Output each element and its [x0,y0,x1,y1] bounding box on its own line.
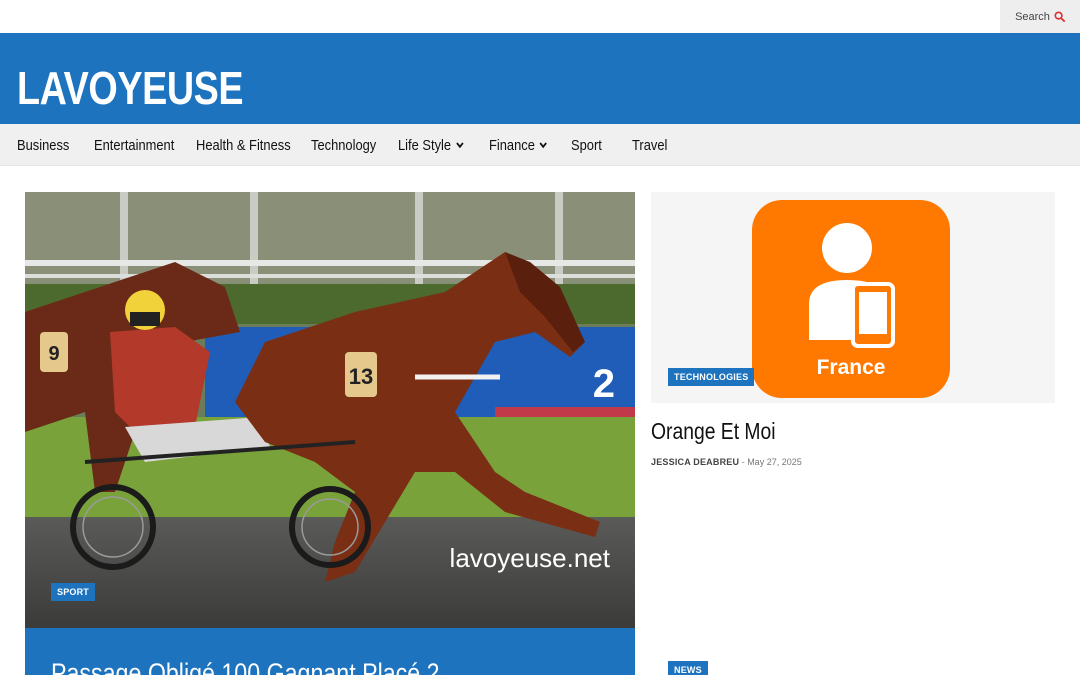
image-caption-france: France [817,356,886,379]
nav-item-entertainment[interactable]: Entertainment [94,124,174,166]
main-nav: Business Entertainment Health & Fitness … [0,124,1080,166]
featured-article-image[interactable]: 2 9 13 lavoyeuse.net [25,192,635,628]
nav-item-label: Business [17,136,70,154]
nav-item-label: Technology [311,136,377,154]
category-badge-technologies[interactable]: TECHNOLOGIES [668,368,755,386]
featured-article-title[interactable]: Passage Obligé 100 Gagnant Placé 2 [51,658,440,675]
nav-item-sport[interactable]: Sport [571,124,602,166]
search-label: Search [1015,10,1050,23]
nav-item-label: Travel [632,136,668,154]
chevron-down-icon [456,142,464,149]
nav-item-business[interactable]: Business [17,124,69,166]
site-logo[interactable]: LAVOYEUSE [17,63,244,113]
nav-item-label: Sport [571,136,602,154]
top-bar: Search [0,0,1080,33]
search-button[interactable]: Search [1000,0,1080,33]
meta-separator: - [739,457,748,467]
category-badge-sport[interactable]: SPORT [51,583,96,601]
featured-title-band: Passage Obligé 100 Gagnant Placé 2 [25,628,635,675]
harness-racing-photo: 2 9 13 lavoyeuse.net [25,192,635,628]
nav-item-label: Finance [489,136,535,154]
nav-item-finance[interactable]: Finance [489,124,548,166]
svg-text:2: 2 [593,362,615,406]
author-name[interactable]: JESSICA DEABREU [651,457,739,467]
side-article-title[interactable]: Orange Et Moi [651,418,776,445]
publish-date: May 27, 2025 [747,457,802,467]
masthead: LAVOYEUSE [0,33,1080,124]
nav-item-label: Life Style [398,136,452,154]
nav-item-travel[interactable]: Travel [632,124,667,166]
nav-item-life-style[interactable]: Life Style [398,124,464,166]
nav-item-health-fitness[interactable]: Health & Fitness [196,124,291,166]
nav-item-label: Entertainment [94,136,175,154]
search-icon [1054,11,1065,22]
bib-number-13: 13 [349,364,373,389]
category-badge-news[interactable]: NEWS [668,661,708,675]
nav-item-technology[interactable]: Technology [311,124,376,166]
image-watermark: lavoyeuse.net [450,543,611,573]
side-article-meta: JESSICA DEABREU - May 27, 2025 [651,457,802,467]
chevron-down-icon [539,142,548,149]
bib-number-9: 9 [48,343,59,365]
nav-item-label: Health & Fitness [196,136,291,154]
